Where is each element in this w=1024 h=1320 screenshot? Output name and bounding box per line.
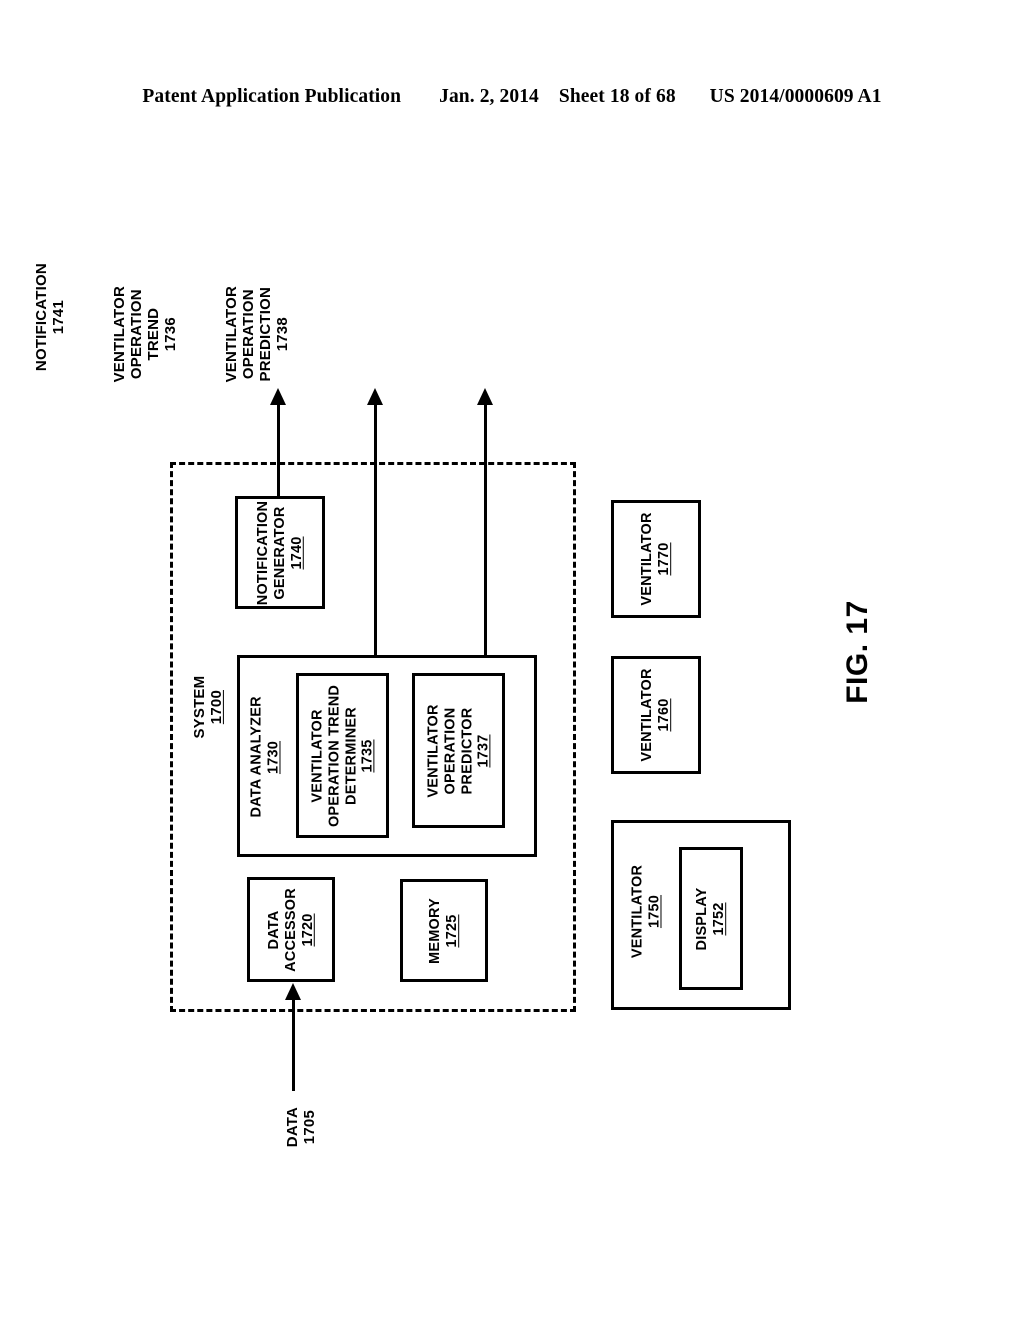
- system-label: SYSTEM 1700: [190, 675, 225, 739]
- figure-caption: FIG. 17: [841, 600, 874, 704]
- data-input-label: DATA 1705: [283, 1106, 318, 1148]
- ventilator-1760-block: VENTILATOR 1760: [611, 656, 701, 774]
- notification-generator-block: NOTIFICATION GENERATOR 1740: [235, 496, 325, 609]
- ventilator-1770-label: VENTILATOR 1770: [639, 512, 672, 606]
- data-accessor-block: DATA ACCESSOR 1720: [247, 877, 335, 982]
- data-input-arrowhead-icon: [285, 983, 301, 1000]
- ventilator-1760-label: VENTILATOR 1760: [639, 668, 672, 762]
- ventilator-operation-trend-determiner-block: VENTILATOR OPERATION TREND DETERMINER 17…: [296, 673, 389, 838]
- data-accessor-label: DATA ACCESSOR 1720: [265, 887, 316, 972]
- ventilator-1750-label: VENTILATOR 1750: [629, 864, 662, 959]
- memory-block: MEMORY 1725: [400, 879, 488, 982]
- ventilator-operation-predictor-label: VENTILATOR OPERATION PREDICTOR 1737: [424, 703, 492, 798]
- trend-arrowhead-icon: [367, 388, 383, 405]
- ventilator-operation-trend-output-label: VENTILATOR OPERATION TREND 1736: [110, 285, 180, 383]
- notification-arrowhead-icon: [270, 388, 286, 405]
- prediction-arrowhead-icon: [477, 388, 493, 405]
- notification-generator-label: NOTIFICATION GENERATOR 1740: [254, 500, 305, 605]
- display-1752-block: DISPLAY 1752: [679, 847, 743, 990]
- patent-figure-17: NOTIFICATION 1741 VENTILATOR OPERATION T…: [0, 0, 1024, 1320]
- memory-label: MEMORY 1725: [427, 897, 460, 964]
- notification-output-label: NOTIFICATION 1741: [32, 263, 67, 372]
- ventilator-operation-predictor-block: VENTILATOR OPERATION PREDICTOR 1737: [412, 673, 505, 828]
- ventilator-operation-trend-determiner-label: VENTILATOR OPERATION TREND DETERMINER 17…: [308, 684, 376, 827]
- display-1752-label: DISPLAY 1752: [694, 887, 727, 950]
- data-analyzer-label: DATA ANALYZER 1730: [248, 696, 281, 818]
- ventilator-1770-block: VENTILATOR 1770: [611, 500, 701, 618]
